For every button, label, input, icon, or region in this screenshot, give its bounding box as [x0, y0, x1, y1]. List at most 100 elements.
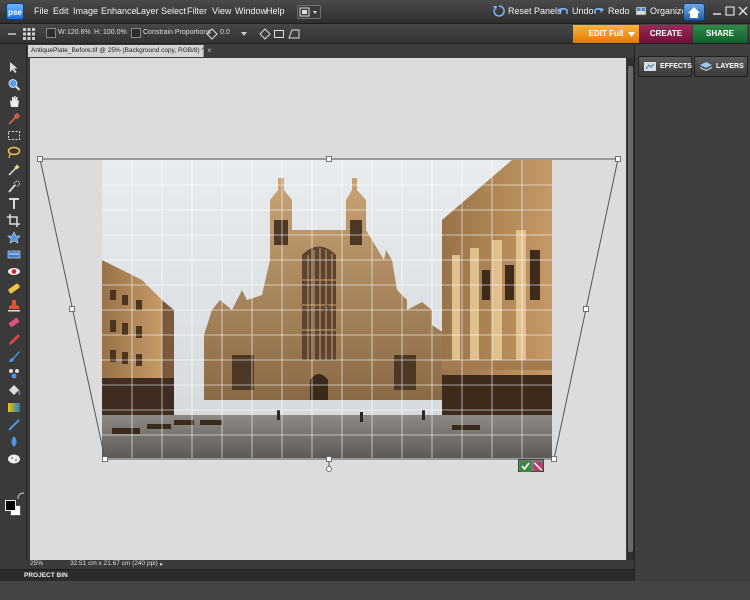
document-window: AntiquePlate_Before.tif @ 25% (Backgroun…: [28, 45, 634, 567]
transform-handle-left[interactable]: [69, 306, 75, 312]
transform-center-point[interactable]: [323, 304, 331, 312]
type-tool[interactable]: [7, 197, 21, 210]
menu-edit[interactable]: Edit: [53, 6, 69, 16]
home-button[interactable]: [683, 3, 705, 21]
paint-bucket-icon: [9, 385, 21, 396]
menu-view[interactable]: View: [212, 6, 231, 16]
menu-bar: pse File Edit Image Enhance Layer Select…: [0, 0, 750, 24]
close-window-icon[interactable]: [738, 6, 748, 16]
reset-panels-icon: [493, 5, 505, 17]
width-input[interactable]: 120.6%: [67, 29, 91, 36]
pencil-tool[interactable]: [7, 333, 21, 346]
custom-shape-icon: [8, 419, 20, 431]
menu-file[interactable]: File: [34, 6, 49, 16]
tab-create[interactable]: CREATE: [640, 25, 692, 43]
toolbox: [0, 45, 27, 567]
canvas[interactable]: [30, 58, 626, 560]
transform-handle-top-right[interactable]: [615, 156, 621, 162]
type-icon: [9, 198, 19, 209]
minimize-icon[interactable]: [712, 6, 722, 16]
layers-panel-button[interactable]: LAYERS: [694, 56, 748, 77]
menu-help[interactable]: Help: [266, 6, 285, 16]
transform-handle-bottom[interactable]: [326, 456, 332, 462]
skew-icon[interactable]: [259, 28, 271, 40]
distort-icon[interactable]: [273, 28, 285, 40]
menu-image[interactable]: Image: [73, 6, 98, 16]
clone-stamp-tool[interactable]: [7, 299, 21, 312]
straighten-tool[interactable]: [7, 248, 21, 261]
document-tab[interactable]: AntiquePlate_Before.tif @ 25% (Backgroun…: [28, 45, 204, 57]
menu-enhance[interactable]: Enhance: [101, 6, 137, 16]
swap-colors-icon[interactable]: [17, 492, 25, 500]
cancel-transform-icon[interactable]: [533, 461, 543, 472]
transform-handle-right[interactable]: [583, 306, 589, 312]
sponge-tool[interactable]: [7, 452, 21, 465]
commit-cancel-controls: [518, 459, 544, 472]
eyedropper-tool[interactable]: [7, 112, 21, 125]
maximize-icon[interactable]: [725, 6, 735, 16]
cookie-cutter-tool[interactable]: [7, 231, 21, 244]
organizer-button[interactable]: Organizer: [635, 5, 690, 17]
red-eye-tool[interactable]: [7, 265, 21, 278]
lasso-icon: [7, 146, 21, 159]
commit-transform-icon[interactable]: [520, 461, 531, 472]
tab-share[interactable]: SHARE: [693, 25, 747, 43]
width-icon: [46, 28, 56, 38]
menu-window[interactable]: Window: [235, 6, 267, 16]
zoom-tool[interactable]: [7, 78, 21, 91]
status-menu-arrow[interactable]: ▸: [160, 560, 163, 568]
height-input[interactable]: 100.0%: [103, 29, 127, 36]
angle-dropdown-icon[interactable]: [240, 31, 248, 37]
angle-input[interactable]: 0.0: [220, 29, 230, 36]
move-tool[interactable]: [7, 61, 21, 74]
smart-brush-tool[interactable]: [7, 367, 21, 380]
gradient-tool[interactable]: [7, 401, 21, 414]
transform-handle-bottom-right[interactable]: [551, 456, 557, 462]
undo-button[interactable]: Undo: [557, 5, 594, 17]
paint-bucket-tool[interactable]: [7, 384, 21, 397]
undo-label: Undo: [572, 6, 594, 16]
options-collapse-icon[interactable]: [8, 31, 16, 37]
redo-button[interactable]: Redo: [593, 5, 630, 17]
custom-shape-tool[interactable]: [7, 418, 21, 431]
blur-icon: [11, 436, 17, 447]
vertical-scrollbar-thumb[interactable]: [628, 66, 633, 552]
magic-wand-tool[interactable]: [7, 163, 21, 176]
perspective-transform-box[interactable]: [30, 58, 626, 560]
transform-handle-bottom-left[interactable]: [102, 456, 108, 462]
transform-handle-top[interactable]: [326, 156, 332, 162]
menu-layer[interactable]: Layer: [136, 6, 159, 16]
effects-panel-button[interactable]: EFFECTS: [638, 56, 692, 77]
vertical-scrollbar[interactable]: [627, 58, 634, 560]
quick-selection-tool[interactable]: [7, 180, 21, 193]
screen-mode-dropdown[interactable]: [297, 5, 321, 19]
document-size-info: 32.51 cm x 21.67 cm (240 ppi): [70, 560, 158, 567]
crop-tool[interactable]: [7, 214, 21, 227]
lasso-tool[interactable]: [7, 146, 21, 159]
blur-tool[interactable]: [7, 435, 21, 448]
rotate-handle[interactable]: [326, 466, 332, 472]
healing-brush-tool[interactable]: [7, 282, 21, 295]
constrain-proportions-checkbox[interactable]: [131, 28, 141, 38]
zoom-icon: [8, 79, 21, 91]
marquee-tool[interactable]: [7, 129, 21, 142]
reset-panels-button[interactable]: Reset Panels: [493, 5, 562, 17]
foreground-color-swatch[interactable]: [5, 500, 16, 511]
straighten-icon: [7, 250, 21, 259]
layers-icon: [699, 62, 713, 72]
menu-select[interactable]: Select: [161, 6, 186, 16]
perspective-icon[interactable]: [288, 28, 300, 40]
transform-handle-top-left[interactable]: [37, 156, 43, 162]
zoom-level-field[interactable]: 25%: [30, 560, 43, 567]
organizer-icon: [635, 6, 647, 16]
edit-mode-dropdown-icon[interactable]: [628, 32, 635, 37]
hand-tool[interactable]: [7, 95, 21, 108]
redo-icon: [594, 7, 604, 14]
project-bin-header[interactable]: PROJECT BIN: [0, 569, 634, 581]
brush-tool[interactable]: [7, 350, 21, 363]
hand-icon: [10, 96, 19, 107]
menu-filter[interactable]: Filter: [187, 6, 207, 16]
eraser-tool[interactable]: [7, 316, 21, 329]
close-document-icon[interactable]: ×: [207, 46, 212, 55]
reference-point-icon[interactable]: [22, 27, 36, 41]
